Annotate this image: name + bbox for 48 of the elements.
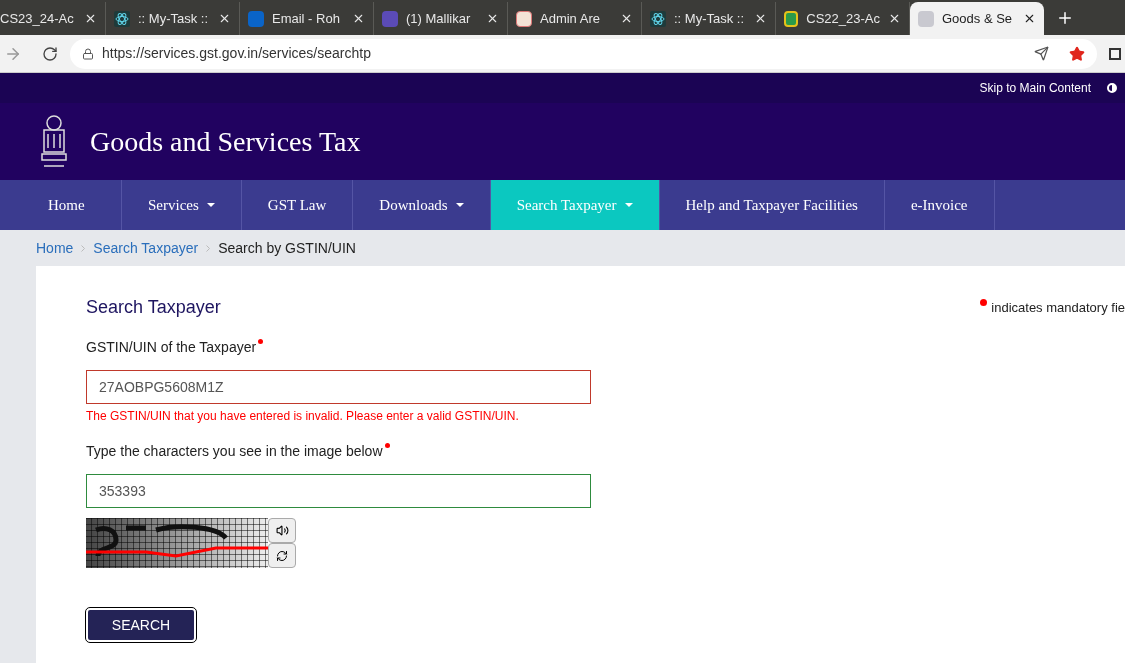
close-icon[interactable] xyxy=(84,12,97,25)
atom-icon xyxy=(650,10,666,27)
close-icon[interactable] xyxy=(486,12,499,25)
lock-icon xyxy=(82,47,94,60)
input-field[interactable]: 27AOBPG5608M1Z xyxy=(86,370,591,404)
atom-icon xyxy=(114,10,130,27)
refresh-icon xyxy=(276,549,288,562)
tab-title: Goods & Se xyxy=(942,9,1014,28)
breadcrumb-current: Search by GSTIN/UIN xyxy=(218,238,356,258)
tab-title: CS23_24-Ac xyxy=(0,9,75,28)
tab-title: (1) Mallikar xyxy=(406,9,472,28)
close-icon[interactable] xyxy=(218,12,231,25)
error-message: The GSTIN/UIN that you have entered is invalid. Please enter a valid GSTIN/UIN. xyxy=(86,408,520,425)
chevron-icon xyxy=(81,244,86,252)
tab-title: :: My-Task :: xyxy=(138,9,210,28)
send-icon[interactable] xyxy=(1034,46,1049,61)
close-icon[interactable] xyxy=(888,12,901,25)
tab-title: Admin Are xyxy=(540,9,601,28)
speaker-icon xyxy=(275,524,289,537)
field-label: Type the characters you see in the image below xyxy=(86,442,383,461)
tab-title: Email - Roh xyxy=(272,9,341,28)
mandatory-note: indicates mandatory fie xyxy=(991,299,1125,317)
close-icon[interactable] xyxy=(754,12,767,25)
site-title: Goods and Services Tax xyxy=(90,124,361,159)
contrast-icon[interactable] xyxy=(1107,83,1117,93)
breadcrumb-link[interactable]: Search Taxpayer xyxy=(93,237,199,259)
search-button[interactable]: SEARCH xyxy=(86,608,196,642)
page-icon xyxy=(516,10,532,27)
window-icon[interactable] xyxy=(1109,47,1121,60)
field-label: GSTIN/UIN of the Taxpayer xyxy=(86,338,257,357)
skip-link[interactable]: Skip to Main Content xyxy=(979,79,1091,97)
tab-title: :: My-Task :: xyxy=(674,9,746,28)
close-icon[interactable] xyxy=(1023,12,1036,25)
url-text: https://services.gst.gov.in/services/searchtp xyxy=(102,44,372,63)
close-icon[interactable] xyxy=(352,12,365,25)
breadcrumb-link[interactable]: Home xyxy=(36,237,74,259)
new-tab-icon[interactable] xyxy=(1056,9,1074,27)
refresh-button[interactable] xyxy=(268,543,296,568)
address-bar[interactable]: https://services.gst.gov.in/services/searchtp xyxy=(70,38,1097,69)
browser-tab[interactable]: Goods & Se xyxy=(910,2,1044,35)
chevron-icon xyxy=(206,244,211,252)
reload-icon[interactable] xyxy=(42,45,58,62)
tab-title: CS22_23-Ac xyxy=(806,9,880,28)
form-heading: Search Taxpayer xyxy=(86,296,222,319)
star-icon[interactable] xyxy=(1069,45,1085,62)
close-icon[interactable] xyxy=(620,12,633,25)
audio-button[interactable] xyxy=(268,518,296,543)
input-field[interactable]: 353393 xyxy=(86,474,591,508)
